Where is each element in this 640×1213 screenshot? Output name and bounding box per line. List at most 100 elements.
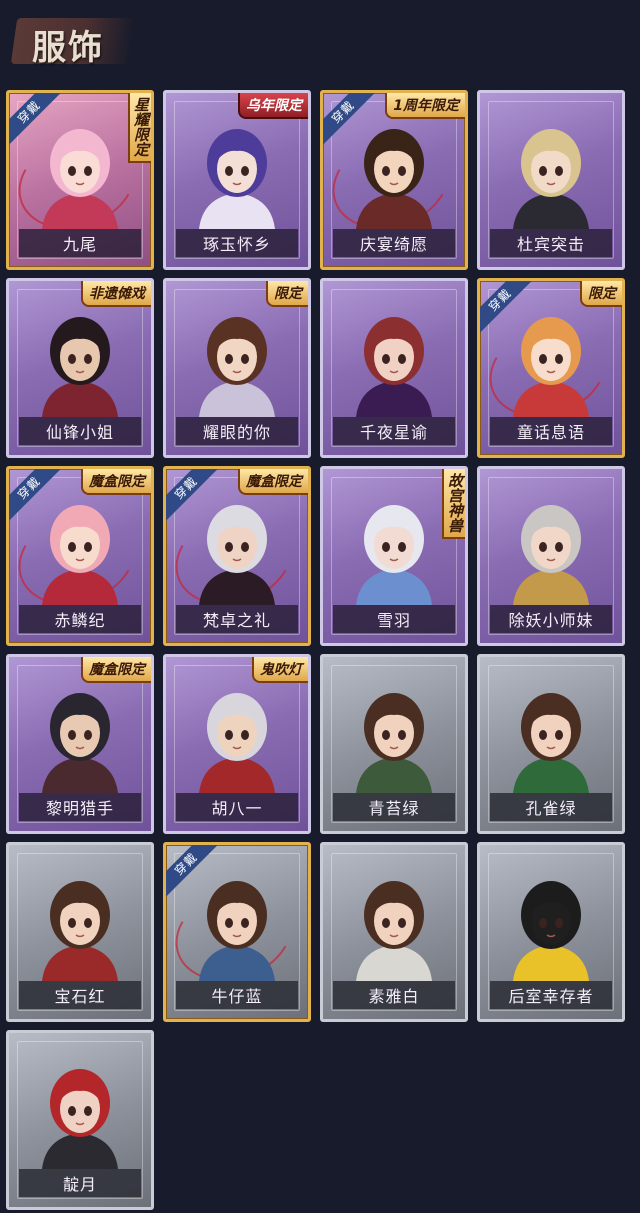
costume-card[interactable]: 非遗傩戏 仙锋小姐 — [6, 278, 154, 458]
portrait-eye-right — [555, 166, 563, 176]
portrait-svg — [199, 693, 275, 793]
portrait-eye-left — [225, 354, 233, 364]
costume-card[interactable]: 魔盒限定 黎明猎手 — [6, 654, 154, 834]
portrait-body — [199, 193, 275, 229]
costume-card[interactable]: 魔盒限定 穿戴 赤鳞纪 — [6, 466, 154, 646]
costume-name: 庆宴绮愿 — [333, 229, 455, 257]
portrait-eye-right — [398, 542, 406, 552]
costume-card[interactable]: 故宫神兽 雪羽 — [320, 466, 468, 646]
character-portrait — [346, 495, 442, 605]
costume-card[interactable]: 孔雀绿 — [477, 654, 625, 834]
portrait-body — [199, 757, 275, 793]
costume-card[interactable]: 魔盒限定 穿戴 梵卓之礼 — [163, 466, 311, 646]
character-portrait — [346, 119, 442, 229]
portrait-body — [513, 381, 589, 417]
costume-name: 除妖小师妹 — [490, 605, 612, 633]
portrait-eye-right — [84, 1106, 92, 1116]
costume-card[interactable]: 素雅白 — [320, 842, 468, 1022]
costume-name: 童话息语 — [490, 417, 612, 445]
costume-card[interactable]: 星耀限定 穿戴 九尾 — [6, 90, 154, 270]
portrait-eye-left — [68, 730, 76, 740]
portrait-body — [513, 569, 589, 605]
costume-name: 靛月 — [19, 1169, 141, 1197]
portrait-eye-left — [68, 542, 76, 552]
portrait-svg — [513, 881, 589, 981]
costume-name: 九尾 — [19, 229, 141, 257]
portrait-body — [199, 945, 275, 981]
portrait-eye-right — [555, 354, 563, 364]
character-portrait — [346, 871, 442, 981]
costume-card[interactable]: 限定 穿戴 童话息语 — [477, 278, 625, 458]
portrait-svg — [513, 317, 589, 417]
costume-card[interactable]: 靛月 — [6, 1030, 154, 1210]
costume-card[interactable]: 后室幸存者 — [477, 842, 625, 1022]
portrait-eye-right — [555, 730, 563, 740]
portrait-eye-left — [539, 542, 547, 552]
costume-name: 梵卓之礼 — [176, 605, 298, 633]
page-header: 服饰 — [0, 0, 640, 84]
portrait-eye-left — [539, 166, 547, 176]
portrait-eye-left — [382, 166, 390, 176]
portrait-eye-left — [382, 730, 390, 740]
costume-name: 千夜星谕 — [333, 417, 455, 445]
costume-name: 素雅白 — [333, 981, 455, 1009]
costume-name: 孔雀绿 — [490, 793, 612, 821]
costume-card[interactable]: 除妖小师妹 — [477, 466, 625, 646]
costume-name: 琢玉怀乡 — [176, 229, 298, 257]
costume-grid: 星耀限定 穿戴 九尾 乌年限定 琢玉怀乡 1周年限定 穿戴 庆宴绮愿 杜宾突击 非遗傩戏 仙锋小姐限… — [6, 90, 625, 1210]
character-portrait — [32, 495, 128, 605]
costume-name: 赤鳞纪 — [19, 605, 141, 633]
portrait-eye-right — [84, 730, 92, 740]
character-portrait — [189, 307, 285, 417]
portrait-eye-right — [84, 918, 92, 928]
character-portrait — [503, 683, 599, 793]
limited-badge: 故宫神兽 — [442, 469, 465, 539]
portrait-eye-left — [225, 918, 233, 928]
character-portrait — [32, 1059, 128, 1169]
costume-card[interactable]: 宝石红 — [6, 842, 154, 1022]
portrait-eye-left — [539, 730, 547, 740]
character-portrait — [189, 119, 285, 229]
costume-card[interactable]: 穿戴 牛仔蓝 — [163, 842, 311, 1022]
portrait-eye-right — [398, 730, 406, 740]
costume-name: 牛仔蓝 — [176, 981, 298, 1009]
costume-card[interactable]: 1周年限定 穿戴 庆宴绮愿 — [320, 90, 468, 270]
portrait-svg — [42, 505, 118, 605]
costume-name: 仙锋小姐 — [19, 417, 141, 445]
costume-card[interactable]: 千夜星谕 — [320, 278, 468, 458]
portrait-eye-left — [225, 166, 233, 176]
portrait-eye-left — [539, 354, 547, 364]
costume-name: 耀眼的你 — [176, 417, 298, 445]
costume-card[interactable]: 乌年限定 琢玉怀乡 — [163, 90, 311, 270]
character-portrait — [503, 307, 599, 417]
limited-badge: 星耀限定 — [128, 93, 151, 163]
page-title: 服饰 — [32, 28, 104, 68]
character-portrait — [503, 119, 599, 229]
costume-card[interactable]: 限定耀眼的你 — [163, 278, 311, 458]
portrait-eye-right — [398, 166, 406, 176]
portrait-svg — [42, 881, 118, 981]
portrait-eye-right — [241, 354, 249, 364]
character-portrait — [189, 683, 285, 793]
costume-card[interactable]: 杜宾突击 — [477, 90, 625, 270]
portrait-svg — [42, 1069, 118, 1169]
costume-card[interactable]: 青苔绿 — [320, 654, 468, 834]
portrait-eye-right — [398, 918, 406, 928]
portrait-eye-left — [382, 918, 390, 928]
character-portrait — [503, 495, 599, 605]
limited-badge: 魔盒限定 — [81, 469, 151, 495]
portrait-body — [199, 381, 275, 417]
portrait-body — [42, 569, 118, 605]
portrait-body — [356, 945, 432, 981]
portrait-svg — [42, 693, 118, 793]
portrait-svg — [356, 317, 432, 417]
limited-badge: 限定 — [266, 281, 308, 307]
portrait-svg — [42, 129, 118, 229]
portrait-eye-left — [225, 542, 233, 552]
portrait-eye-left — [68, 918, 76, 928]
portrait-eye-left — [68, 354, 76, 364]
portrait-eye-right — [241, 542, 249, 552]
costume-card[interactable]: 鬼吹灯 胡八一 — [163, 654, 311, 834]
portrait-eye-left — [539, 918, 547, 928]
portrait-body — [42, 193, 118, 229]
